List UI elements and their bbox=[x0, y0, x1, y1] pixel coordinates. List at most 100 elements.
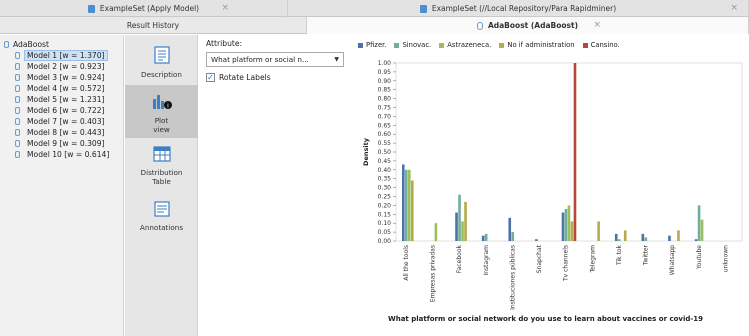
y-tick-label: 0.50 bbox=[378, 149, 392, 156]
x-tick-label: Instituciones públicas bbox=[509, 245, 516, 310]
bar bbox=[481, 235, 485, 241]
x-tick-label: Facebook bbox=[456, 244, 463, 273]
tab-exampleset-apply-model[interactable]: ExampleSet (Apply Model) × bbox=[0, 0, 288, 17]
x-tick-label: Tv channels bbox=[563, 245, 570, 282]
model-icon bbox=[476, 21, 483, 30]
bar bbox=[597, 221, 600, 241]
chart-x-axis-title: What platform or social network do you u… bbox=[388, 315, 704, 323]
model-icon bbox=[15, 140, 20, 147]
tree-item-label: Model 5 [w = 1.231] bbox=[27, 95, 105, 104]
bar bbox=[694, 239, 698, 241]
bar bbox=[564, 208, 568, 241]
result-tab-bar: Result History AdaBoost (AdaBoost) × bbox=[0, 17, 749, 34]
y-axis-title: Density bbox=[362, 137, 370, 166]
tree-item-model-4[interactable]: Model 4 [w = 0.572] bbox=[0, 83, 123, 94]
view-label: Plot bbox=[154, 116, 169, 125]
y-tick-label: 0.55 bbox=[378, 140, 392, 147]
y-tick-label: 0.25 bbox=[378, 194, 392, 201]
y-tick-label: 0.70 bbox=[378, 113, 392, 120]
close-icon[interactable]: × bbox=[730, 3, 738, 13]
model-icon bbox=[15, 52, 20, 59]
table-icon bbox=[87, 4, 95, 13]
close-icon[interactable]: × bbox=[221, 3, 229, 13]
bar bbox=[697, 205, 701, 241]
model-icon bbox=[15, 96, 20, 103]
bar bbox=[623, 230, 627, 241]
tree-item-model-7[interactable]: Model 7 [w = 0.403] bbox=[0, 116, 123, 127]
model-icon bbox=[15, 85, 20, 92]
view-label: Annotations bbox=[139, 223, 184, 232]
tree-item-model-10[interactable]: Model 10 [w = 0.614] bbox=[0, 149, 123, 160]
tree-item-model-5[interactable]: Model 5 [w = 1.231] bbox=[0, 94, 123, 105]
y-tick-label: 0.60 bbox=[378, 131, 392, 138]
tree-item-label: Model 1 [w = 1.370] bbox=[24, 50, 108, 61]
y-tick-label: 0.85 bbox=[378, 87, 392, 94]
view-label: Table bbox=[152, 177, 171, 186]
y-tick-label: 0.15 bbox=[378, 211, 392, 218]
tree-item-model-1[interactable]: Model 1 [w = 1.370] bbox=[0, 50, 123, 61]
tab-exampleset-local-repository[interactable]: ExampleSet (//Local Repository/Para Rapi… bbox=[288, 0, 749, 17]
bar bbox=[405, 169, 408, 241]
tree-item-label: Model 10 [w = 0.614] bbox=[27, 150, 110, 159]
plot-controls: Attribute: What platform or social n... … bbox=[206, 39, 346, 82]
y-tick-label: 0.65 bbox=[378, 122, 392, 129]
tree-item-model-2[interactable]: Model 2 [w = 0.923] bbox=[0, 61, 123, 72]
tree-item-label: Model 9 [w = 0.309] bbox=[27, 139, 105, 148]
close-icon[interactable]: × bbox=[593, 20, 601, 30]
y-tick-label: 0.75 bbox=[378, 105, 392, 112]
y-tick-label: 0.30 bbox=[378, 185, 392, 192]
tree-item-model-9[interactable]: Model 9 [w = 0.309] bbox=[0, 138, 123, 149]
tree-item-label: Model 4 [w = 0.572] bbox=[27, 84, 105, 93]
bar bbox=[700, 219, 704, 241]
model-icon bbox=[15, 118, 20, 125]
tree-root[interactable]: AdaBoost bbox=[0, 39, 123, 50]
tree-item-model-6[interactable]: Model 6 [w = 0.722] bbox=[0, 105, 123, 116]
view-selector: Description i Plot view Distribution Tab… bbox=[125, 35, 198, 336]
distribution-table-button[interactable]: Distribution Table bbox=[125, 145, 198, 187]
description-view-button[interactable]: Description bbox=[125, 45, 198, 87]
bar bbox=[614, 233, 618, 241]
x-tick-label: Whatsapp bbox=[669, 245, 676, 275]
annotations-view-button[interactable]: Annotations bbox=[125, 200, 198, 240]
y-tick-label: 0.00 bbox=[378, 238, 392, 245]
x-tick-label: Telegram bbox=[589, 245, 596, 274]
bar bbox=[617, 239, 621, 241]
bar bbox=[535, 239, 538, 241]
x-tick-label: Twitter bbox=[643, 244, 650, 266]
tree-item-label: Model 6 [w = 0.722] bbox=[27, 106, 105, 115]
tree-item-model-8[interactable]: Model 8 [w = 0.443] bbox=[0, 127, 123, 138]
view-label: Distribution bbox=[140, 168, 183, 177]
bar bbox=[408, 169, 411, 241]
bar bbox=[511, 232, 515, 241]
plot-view-button[interactable]: i Plot view bbox=[125, 85, 198, 138]
tree-item-model-3[interactable]: Model 3 [w = 0.924] bbox=[0, 72, 123, 83]
tree-item-label: Model 2 [w = 0.923] bbox=[27, 62, 105, 71]
bar bbox=[484, 233, 488, 241]
bar bbox=[677, 230, 680, 241]
attribute-label: Attribute: bbox=[206, 39, 243, 48]
y-tick-label: 1.00 bbox=[378, 60, 392, 67]
tab-adaboost[interactable]: AdaBoost (AdaBoost) × bbox=[307, 17, 749, 34]
rotate-labels-row[interactable]: ✓ Rotate Labels bbox=[206, 73, 346, 82]
tab-label: ExampleSet (Apply Model) bbox=[99, 4, 200, 13]
tab-label: ExampleSet (//Local Repository/Para Rapi… bbox=[431, 4, 617, 13]
x-tick-label: Youtube bbox=[696, 245, 703, 270]
x-tick-label: unknown bbox=[722, 245, 729, 272]
bar bbox=[464, 201, 467, 241]
y-tick-label: 0.35 bbox=[378, 176, 392, 183]
attribute-select-value: What platform or social n... bbox=[211, 55, 309, 64]
model-tree: AdaBoost Model 1 [w = 1.370] Model 2 [w =… bbox=[0, 35, 124, 336]
x-tick-label: Tik tok bbox=[616, 244, 623, 266]
tab-result-history[interactable]: Result History bbox=[0, 17, 307, 34]
tree-root-label: AdaBoost bbox=[13, 40, 49, 49]
chart-svg: 0.00 0.05 0.10 0.15 0.200.25 0.30 0.35 0.40 0.45… bbox=[362, 60, 743, 310]
view-label: Description bbox=[141, 70, 182, 79]
view-label: view bbox=[153, 125, 170, 134]
model-icon bbox=[15, 107, 20, 114]
y-tick-label: 0.05 bbox=[378, 229, 392, 236]
bar bbox=[458, 194, 461, 241]
bar bbox=[434, 223, 438, 241]
attribute-select[interactable]: What platform or social n... ▼ bbox=[206, 52, 344, 67]
table-icon bbox=[419, 4, 427, 13]
rotate-labels-checkbox[interactable]: ✓ bbox=[206, 73, 215, 82]
